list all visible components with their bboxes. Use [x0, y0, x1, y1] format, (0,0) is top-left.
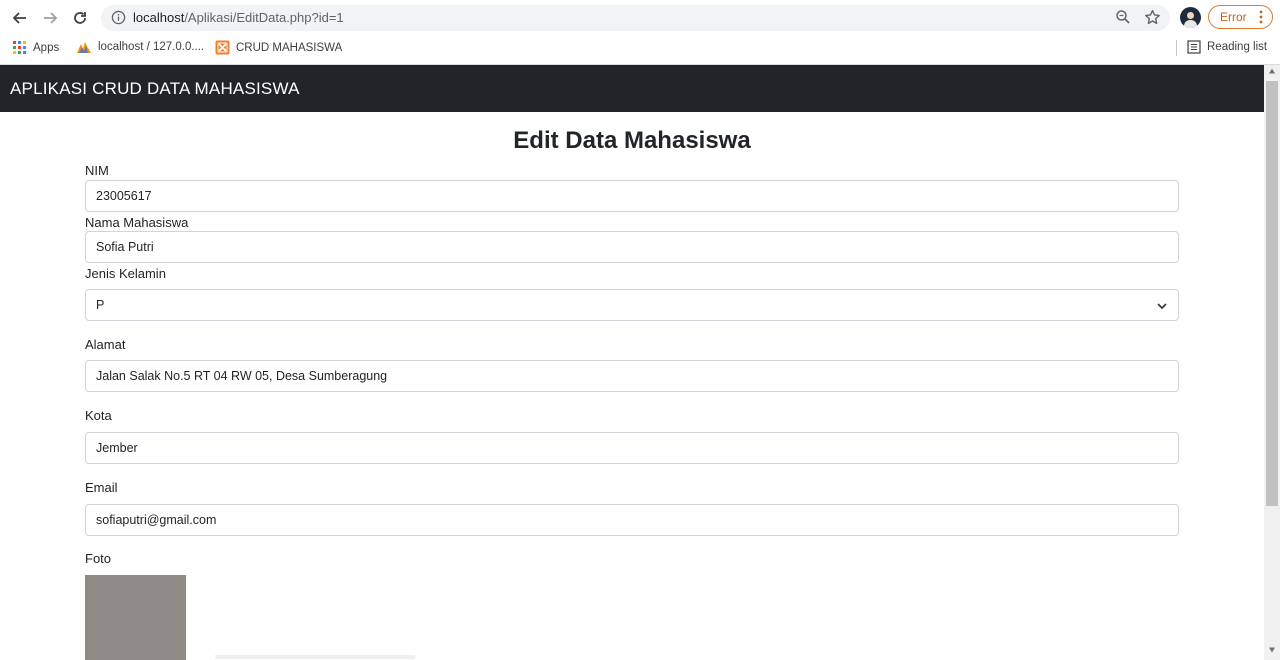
app-navbar: APLIKASI CRUD DATA MAHASISWA: [0, 65, 1264, 112]
reload-icon: [74, 12, 86, 24]
xampp-icon: [215, 40, 230, 55]
page-viewport: APLIKASI CRUD DATA MAHASISWA Edit Data M…: [0, 65, 1264, 660]
nim-field[interactable]: 23005617: [85, 180, 1179, 212]
jenis-kelamin-select[interactable]: P: [85, 289, 1179, 321]
reading-list-icon: [1187, 40, 1201, 54]
avatar-body: [1184, 20, 1197, 28]
bookmark-localhost[interactable]: localhost / 127.0.0....: [76, 40, 204, 54]
apps-grid-icon: [12, 40, 27, 55]
kota-field[interactable]: Jember: [85, 432, 1179, 464]
jenis-kelamin-value: P: [96, 298, 105, 312]
bookmark-apps[interactable]: Apps: [12, 40, 59, 55]
alamat-value: Jalan Salak No.5 RT 04 RW 05, Desa Sumbe…: [96, 369, 388, 383]
jenis-kelamin-label: Jenis Kelamin: [85, 266, 166, 281]
zoom-icon[interactable]: [1115, 9, 1131, 30]
chevron-down-icon: [1156, 299, 1168, 317]
nama-value: Sofia Putri: [96, 240, 154, 254]
email-label: Email: [85, 480, 118, 495]
photo-preview: [85, 575, 186, 660]
kota-value: Jember: [96, 441, 138, 455]
file-input-hint: [215, 655, 415, 659]
kota-label: Kota: [85, 408, 112, 423]
nim-label: NIM: [85, 163, 109, 178]
page-title: Edit Data Mahasiswa: [513, 127, 751, 154]
bookmarks-bar: Apps localhost / 127.0.0.... CRUD MAHASI…: [0, 36, 1280, 60]
reading-list-label: Reading list: [1207, 41, 1268, 53]
url-path: /Aplikasi/EditData.php?id=1: [184, 10, 344, 25]
arrow-left-icon: [12, 12, 26, 24]
bookmark-label: CRUD MAHASISWA: [236, 41, 343, 54]
url-host: localhost: [133, 10, 185, 25]
browser-chrome: localhost/Aplikasi/EditData.php?id=1 Err…: [0, 0, 1280, 65]
alamat-label: Alamat: [85, 337, 126, 352]
divider: [1176, 40, 1177, 56]
error-button[interactable]: Error: [1208, 5, 1273, 29]
scrollbar-thumb[interactable]: [1266, 81, 1278, 506]
nama-field[interactable]: Sofia Putri: [85, 231, 1179, 263]
email-field[interactable]: sofiaputri@gmail.com: [85, 504, 1179, 536]
phpmyadmin-icon: [76, 40, 92, 54]
address-bar[interactable]: localhost/Aplikasi/EditData.php?id=1: [101, 5, 1170, 31]
reading-list-button[interactable]: Reading list: [1187, 40, 1267, 54]
avatar-face: [1187, 12, 1194, 19]
bookmark-label: Apps: [33, 41, 60, 54]
alamat-field[interactable]: Jalan Salak No.5 RT 04 RW 05, Desa Sumbe…: [85, 360, 1179, 392]
profile-avatar[interactable]: [1180, 7, 1201, 28]
bookmark-star-icon[interactable]: [1144, 9, 1161, 31]
scroll-down-arrow-icon[interactable]: [1264, 646, 1280, 658]
url-text[interactable]: localhost/Aplikasi/EditData.php?id=1: [133, 10, 344, 25]
nama-label: Nama Mahasiswa: [85, 215, 189, 230]
foto-label: Foto: [85, 551, 112, 566]
bookmark-crud[interactable]: CRUD MAHASISWA: [215, 40, 342, 55]
error-label: Error: [1220, 10, 1247, 24]
info-icon[interactable]: [111, 10, 126, 30]
bookmark-label: localhost / 127.0.0....: [98, 41, 205, 53]
reload-button[interactable]: [68, 6, 92, 30]
nim-value: 23005617: [96, 189, 152, 203]
page-scrollbar[interactable]: [1264, 65, 1280, 660]
app-title[interactable]: APLIKASI CRUD DATA MAHASISWA: [10, 79, 300, 99]
scroll-up-arrow-icon[interactable]: [1264, 67, 1280, 79]
back-button[interactable]: [8, 6, 32, 30]
forward-button[interactable]: [38, 6, 62, 30]
more-vert-icon: [1259, 10, 1263, 27]
arrow-right-icon: [44, 12, 58, 24]
email-value: sofiaputri@gmail.com: [96, 513, 217, 527]
